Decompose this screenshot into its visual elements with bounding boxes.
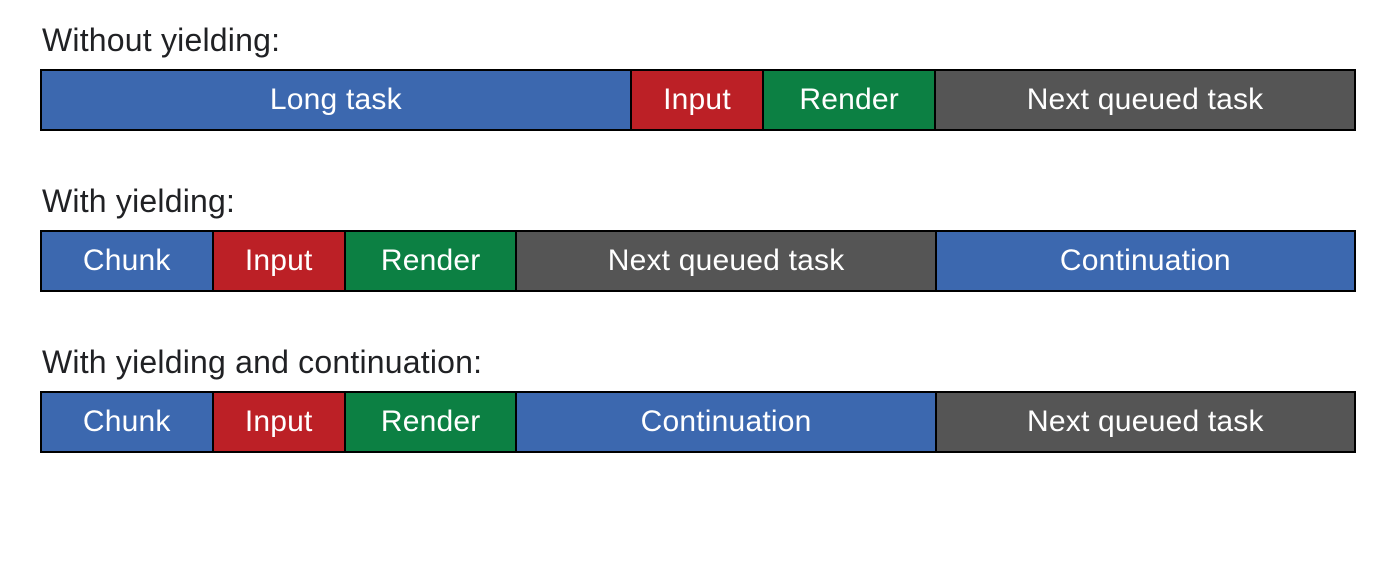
segment-continuation: Continuation [515, 393, 934, 451]
segment-input: Input [212, 393, 344, 451]
row-without-yielding: Without yielding: Long task Input Render… [40, 22, 1356, 131]
row-with-yielding: With yielding: Chunk Input Render Next q… [40, 183, 1356, 292]
row-title: With yielding: [42, 183, 1356, 220]
timeline-bar: Chunk Input Render Continuation Next que… [40, 391, 1356, 453]
row-with-yielding-and-continuation: With yielding and continuation: Chunk In… [40, 344, 1356, 453]
segment-long-task: Long task [42, 71, 630, 129]
segment-next-queued-task: Next queued task [934, 71, 1354, 129]
segment-chunk: Chunk [42, 393, 212, 451]
segment-chunk: Chunk [42, 232, 212, 290]
timeline-bar: Long task Input Render Next queued task [40, 69, 1356, 131]
diagram-canvas: Without yielding: Long task Input Render… [0, 0, 1396, 588]
segment-render: Render [344, 393, 516, 451]
segment-render: Render [344, 232, 516, 290]
segment-continuation: Continuation [935, 232, 1354, 290]
segment-next-queued-task: Next queued task [515, 232, 934, 290]
segment-input: Input [630, 71, 763, 129]
row-title: With yielding and continuation: [42, 344, 1356, 381]
segment-render: Render [762, 71, 934, 129]
row-title: Without yielding: [42, 22, 1356, 59]
timeline-bar: Chunk Input Render Next queued task Cont… [40, 230, 1356, 292]
segment-input: Input [212, 232, 344, 290]
segment-next-queued-task: Next queued task [935, 393, 1354, 451]
